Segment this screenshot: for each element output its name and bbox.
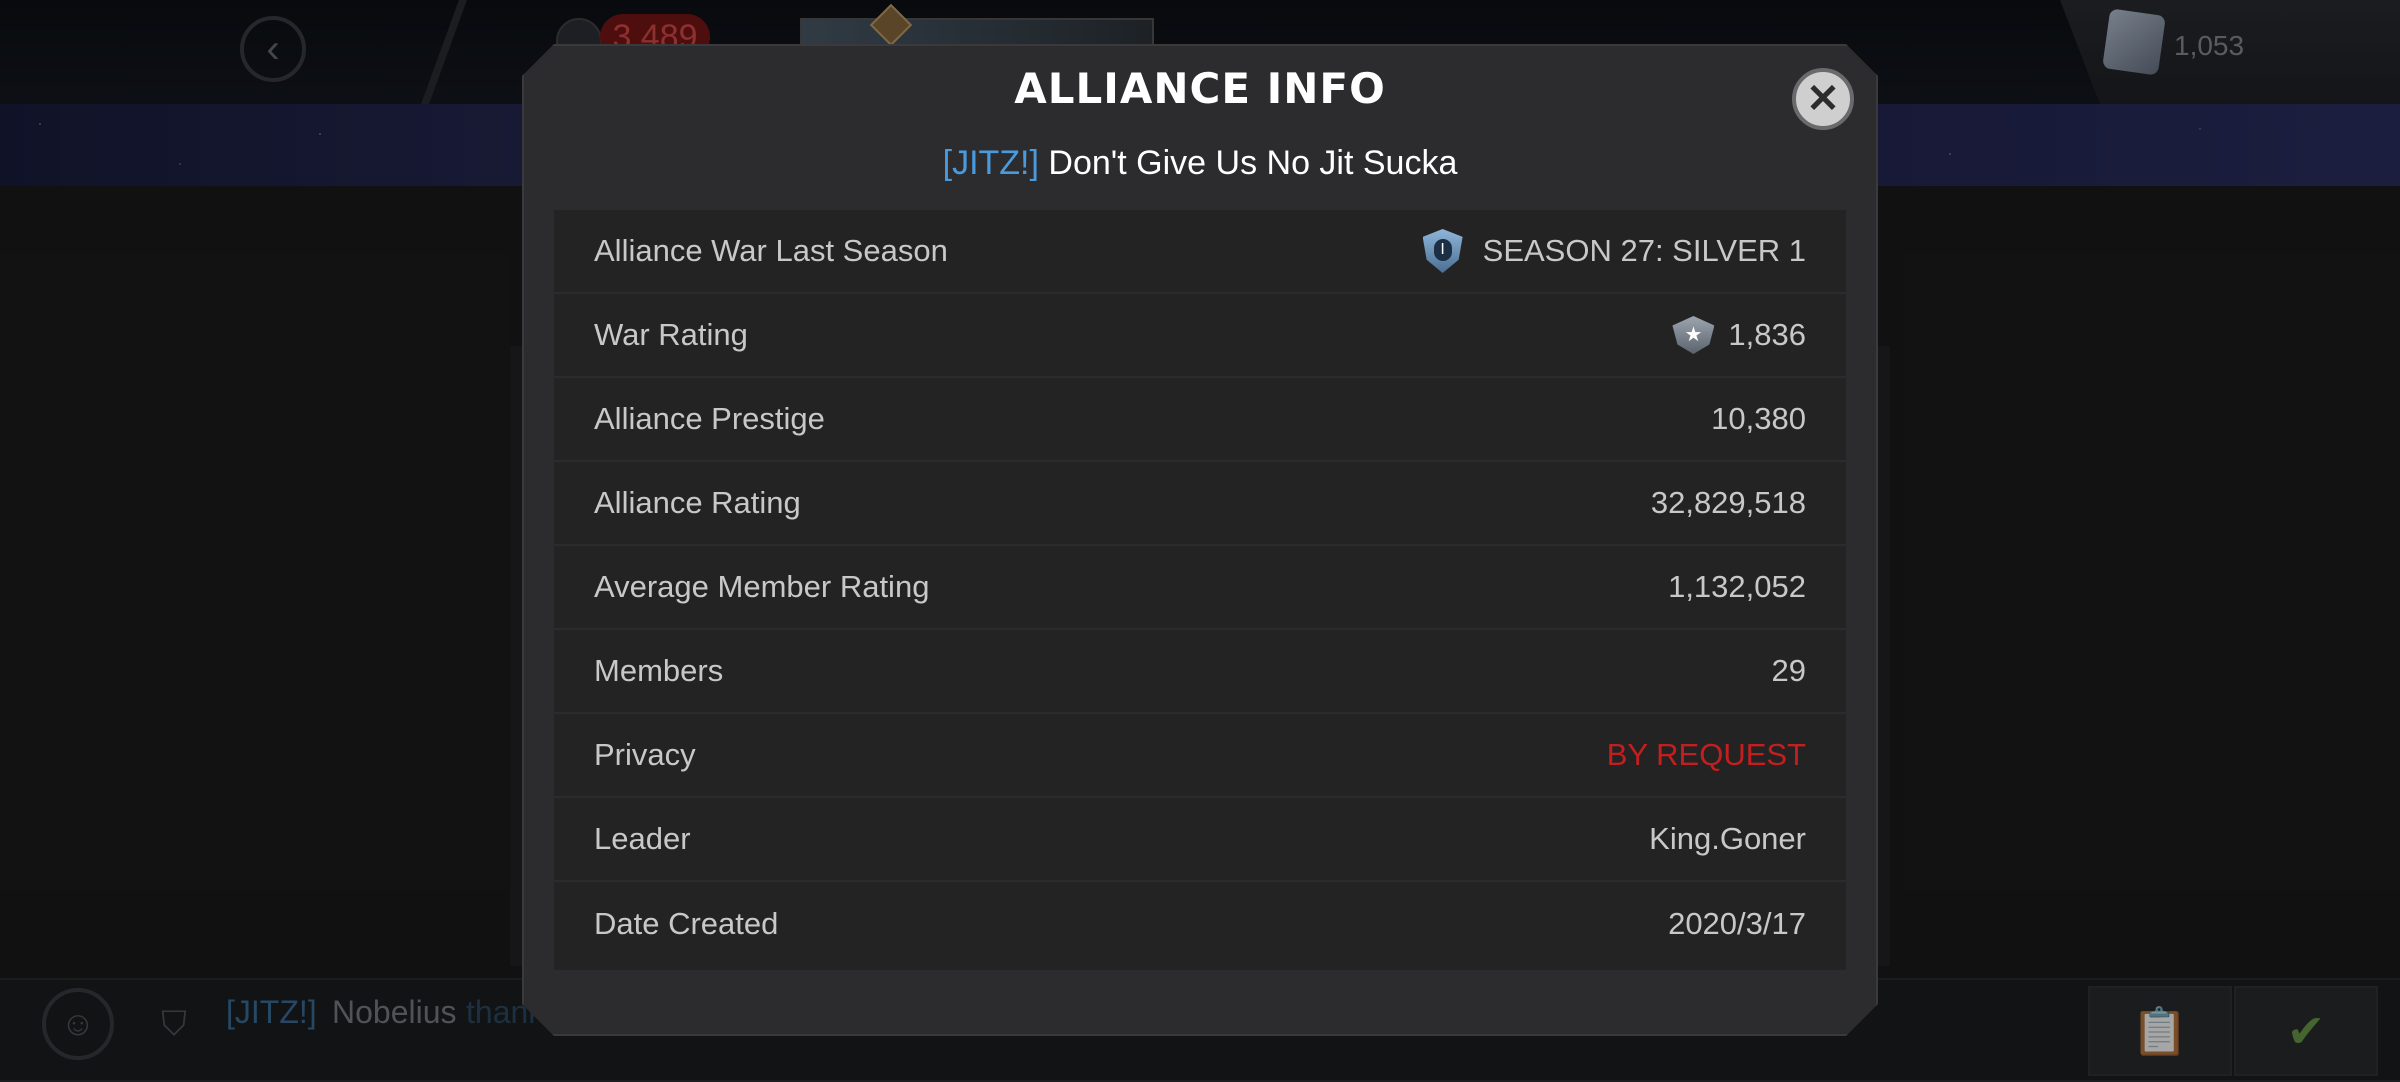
row-label: Alliance War Last Season: [594, 233, 948, 268]
alliance-name: Don't Give Us No Jit Sucka: [1048, 144, 1458, 182]
row-label: Alliance Rating: [594, 485, 801, 520]
alliance-info-table: Alliance War Last Season I SEASON 27: SI…: [554, 210, 1846, 970]
table-row: Alliance War Last Season I SEASON 27: SI…: [554, 210, 1846, 294]
table-row: Alliance Prestige 10,380: [554, 378, 1846, 462]
leader-value[interactable]: King.Goner: [1649, 821, 1806, 857]
season-value: SEASON 27: SILVER 1: [1482, 233, 1806, 268]
row-value: 1,132,052: [1668, 569, 1806, 604]
modal-title: ALLIANCE INFO: [1014, 64, 1386, 113]
table-row: Members 29: [554, 630, 1846, 714]
table-row: War Rating ★ 1,836: [554, 294, 1846, 378]
alliance-info-modal: ALLIANCE INFO ✕ [JITZ!] Don't Give Us No…: [522, 44, 1878, 1036]
alliance-name-line: [JITZ!] Don't Give Us No Jit Sucka: [522, 144, 1878, 183]
row-label: Leader: [594, 821, 691, 856]
alliance-tag: [JITZ!]: [942, 144, 1039, 182]
close-button[interactable]: ✕: [1792, 68, 1854, 130]
war-rating-icon: ★: [1672, 316, 1714, 354]
row-label: Average Member Rating: [594, 569, 930, 604]
row-label: Date Created: [594, 906, 779, 941]
war-rating-value: 1,836: [1728, 317, 1806, 352]
row-value: 29: [1771, 653, 1806, 688]
row-value: 2020/3/17: [1668, 906, 1806, 941]
table-row: Privacy BY REQUEST: [554, 714, 1846, 798]
table-row: Date Created 2020/3/17: [554, 882, 1846, 966]
row-value: I SEASON 27: SILVER 1: [1417, 229, 1806, 273]
table-row: Leader King.Goner: [554, 798, 1846, 882]
season-badge-icon: I: [1417, 229, 1469, 273]
row-label: Members: [594, 653, 724, 688]
row-label: Alliance Prestige: [594, 401, 825, 436]
privacy-value: BY REQUEST: [1606, 737, 1806, 772]
row-value: 32,829,518: [1650, 485, 1806, 520]
row-label: Privacy: [594, 737, 696, 772]
table-row: Average Member Rating 1,132,052: [554, 546, 1846, 630]
row-value: 10,380: [1711, 401, 1806, 436]
row-value: ★ 1,836: [1672, 316, 1806, 354]
table-row: Alliance Rating 32,829,518: [554, 462, 1846, 546]
close-icon: ✕: [1806, 77, 1840, 121]
row-label: War Rating: [594, 317, 748, 352]
